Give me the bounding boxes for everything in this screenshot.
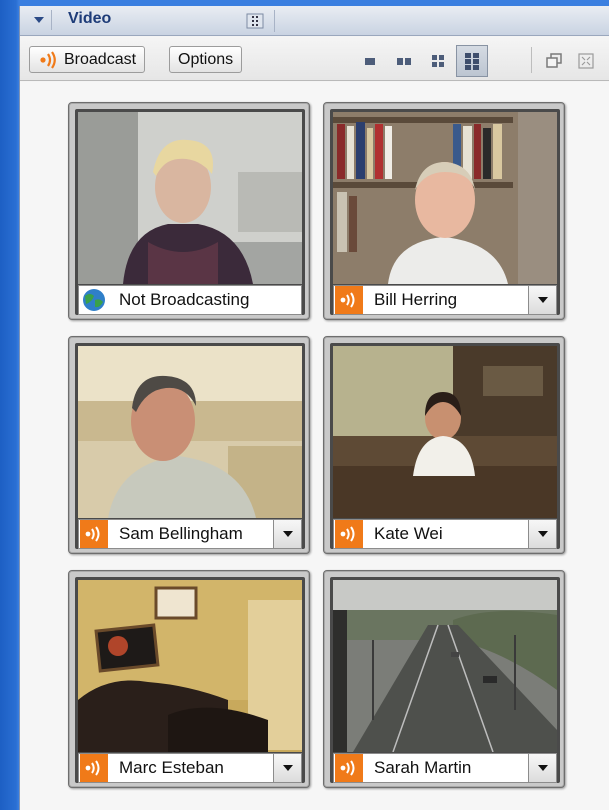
- layout-2x2-icon: [432, 55, 444, 67]
- video-feed: [78, 112, 302, 284]
- chevron-down-icon: [537, 765, 548, 771]
- participant-menu-button[interactable]: [528, 520, 556, 548]
- chevron-down-icon: [282, 765, 293, 771]
- tile-caption: Marc Esteban: [78, 753, 302, 783]
- options-button[interactable]: Options: [169, 46, 243, 73]
- popout-icon: [546, 53, 562, 68]
- broadcast-button[interactable]: Broadcast: [29, 46, 146, 73]
- options-label: Options: [178, 50, 234, 68]
- popout-button[interactable]: [538, 45, 570, 77]
- video-panel: Video Broadcast Options Not Broadcasting…: [19, 6, 609, 810]
- participant-menu-button[interactable]: [528, 754, 556, 782]
- chevron-down-icon: [282, 531, 293, 537]
- status-indicator: [334, 285, 364, 315]
- status-indicator: [79, 519, 109, 549]
- video-feed: [333, 580, 557, 752]
- video-toolbar: Broadcast Options: [20, 37, 609, 81]
- broadcast-icon: [85, 526, 100, 542]
- participant-name: Bill Herring: [374, 290, 458, 309]
- broadcast-label: Broadcast: [64, 50, 137, 68]
- broadcast-icon: [340, 292, 355, 308]
- collapse-button[interactable]: [26, 10, 52, 30]
- broadcast-icon: [340, 526, 355, 542]
- fullscreen-button[interactable]: [570, 45, 602, 77]
- fullscreen-icon: [578, 53, 594, 69]
- video-tile: Not Broadcasting: [68, 102, 310, 320]
- participant-name: Kate Wei: [374, 524, 443, 543]
- tile-caption: Kate Wei: [333, 519, 557, 549]
- status-indicator: [334, 753, 364, 783]
- globe-icon: [83, 289, 105, 311]
- status-indicator: [79, 753, 109, 783]
- chevron-down-icon: [537, 297, 548, 303]
- status-indicator: [79, 285, 109, 315]
- tile-caption: Sarah Martin: [333, 753, 557, 783]
- broadcasting-badge: [80, 754, 108, 782]
- participant-name: Sam Bellingham: [119, 524, 243, 543]
- video-feed: [78, 346, 302, 518]
- layout-1x2-button[interactable]: [388, 45, 420, 77]
- video-feed: [333, 112, 557, 284]
- video-tile: Marc Esteban: [68, 570, 310, 788]
- tile-caption: Not Broadcasting: [78, 285, 302, 315]
- participant-menu-button[interactable]: [528, 286, 556, 314]
- chevron-down-icon: [537, 531, 548, 537]
- broadcasting-badge: [335, 520, 363, 548]
- video-tile: Bill Herring: [323, 102, 565, 320]
- broadcast-icon: [340, 760, 355, 776]
- broadcasting-badge: [80, 520, 108, 548]
- layout-3x2-icon: [465, 53, 479, 70]
- participant-name: Sarah Martin: [374, 758, 472, 777]
- layout-1x2-icon: [397, 58, 411, 65]
- video-tile: Sam Bellingham: [68, 336, 310, 554]
- participant-name: Marc Esteban: [119, 758, 224, 777]
- tile-caption: Sam Bellingham: [78, 519, 302, 549]
- panel-title: Video: [68, 10, 112, 27]
- chevron-down-icon: [33, 17, 44, 23]
- titlebar-divider: [274, 10, 275, 32]
- broadcast-icon: [40, 50, 56, 69]
- tile-caption: Bill Herring: [333, 285, 557, 315]
- participant-menu-button[interactable]: [273, 520, 301, 548]
- broadcast-icon: [85, 760, 100, 776]
- layout-2x2-button[interactable]: [422, 45, 454, 77]
- layout-1x1-button[interactable]: [354, 45, 386, 77]
- video-tile: Kate Wei: [323, 336, 565, 554]
- panel-menu-icon[interactable]: [246, 12, 264, 30]
- broadcasting-badge: [335, 754, 363, 782]
- panel-titlebar: Video: [20, 6, 609, 36]
- layout-3x2-button[interactable]: [456, 45, 488, 77]
- participant-menu-button[interactable]: [273, 754, 301, 782]
- participant-name: Not Broadcasting: [119, 290, 250, 309]
- toolbar-divider: [531, 47, 532, 73]
- broadcasting-badge: [335, 286, 363, 314]
- video-feed: [333, 346, 557, 518]
- video-feed: [78, 580, 302, 752]
- video-grid: Not Broadcasting Bill Herring Sam Bellin…: [20, 82, 609, 810]
- video-tile: Sarah Martin: [323, 570, 565, 788]
- status-indicator: [334, 519, 364, 549]
- layout-1x1-icon: [365, 58, 375, 65]
